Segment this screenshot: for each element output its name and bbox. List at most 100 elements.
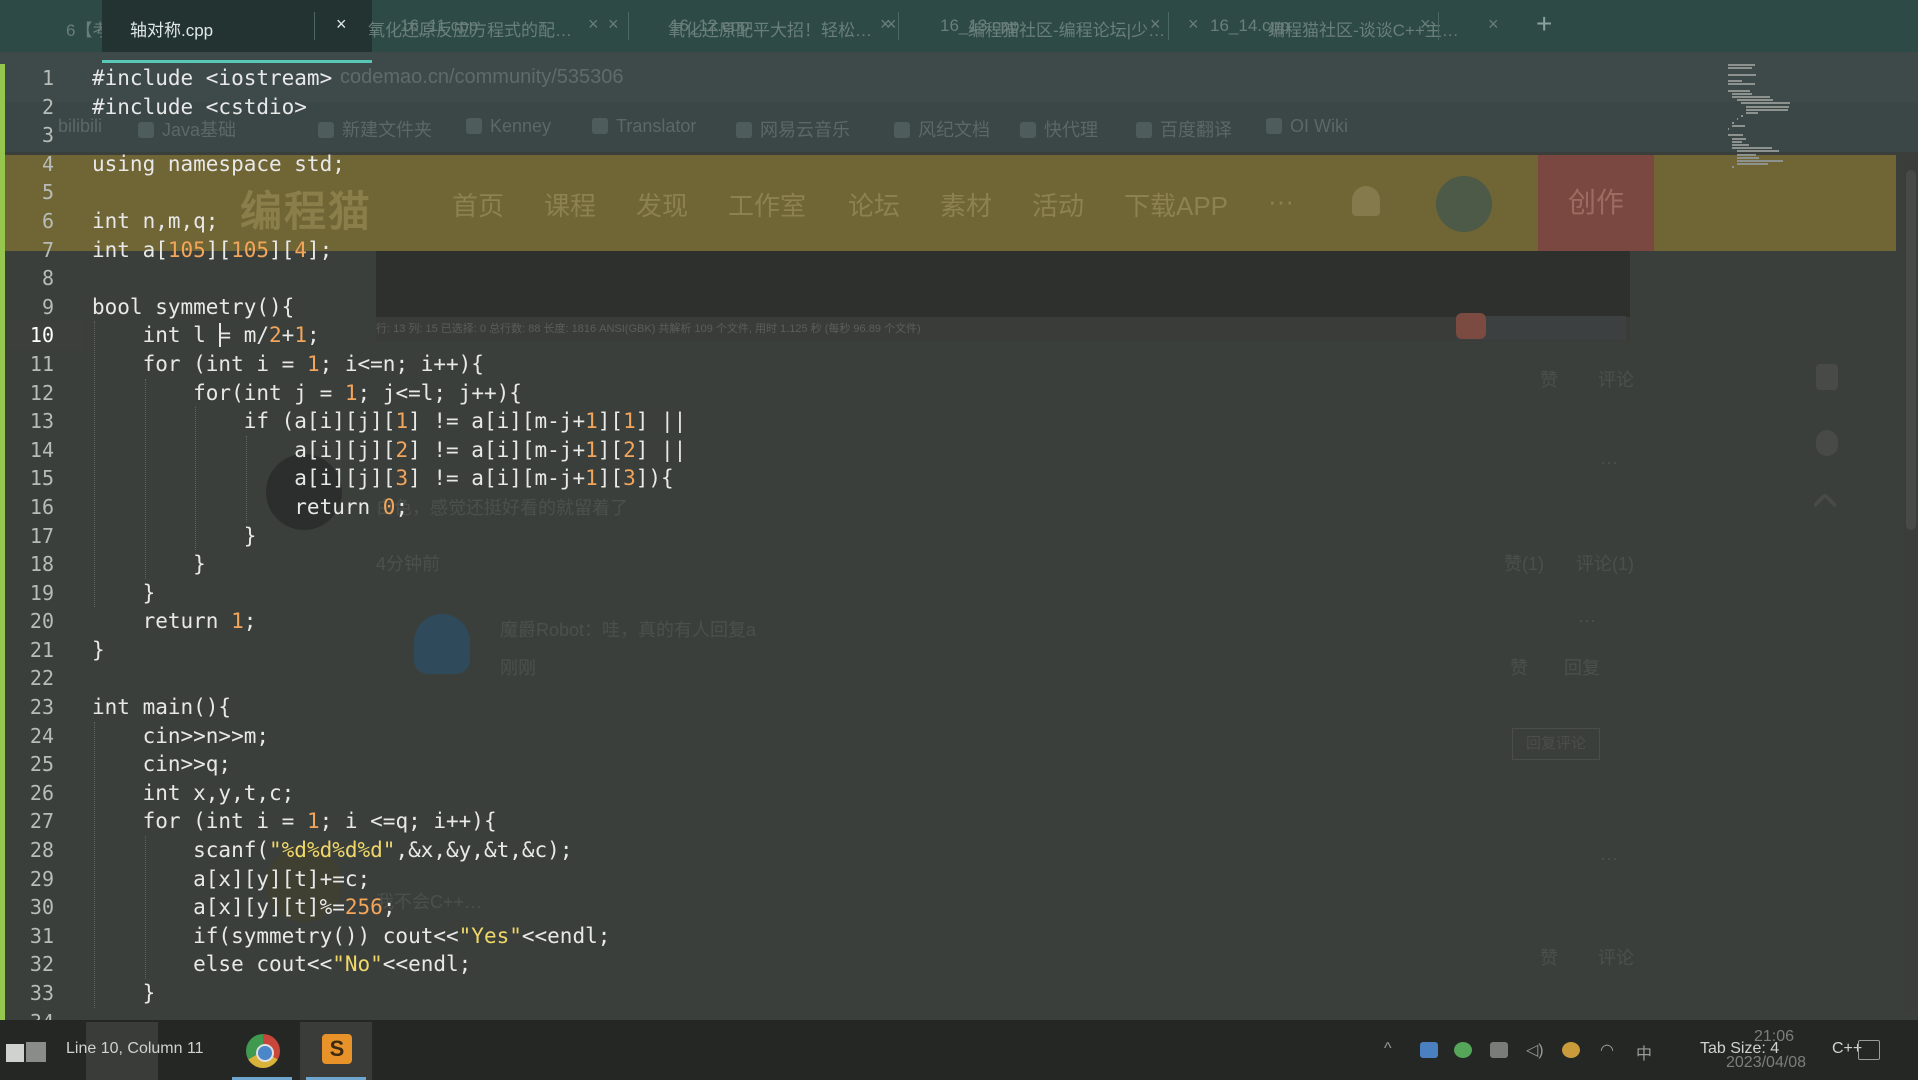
code-text[interactable]: a[i][j][3] != a[i][m-j+1][3]){ <box>92 464 673 493</box>
new-tab-icon[interactable]: + <box>1536 8 1552 40</box>
comment-text[interactable]: ··· <box>1600 848 1618 869</box>
battery-icon[interactable] <box>1490 1042 1508 1058</box>
minimap-line <box>1732 96 1771 98</box>
bell-icon[interactable] <box>1352 186 1380 216</box>
site-nav-item[interactable]: 下载APP <box>1124 186 1228 223</box>
code-text[interactable]: int n,m,q; <box>92 207 218 236</box>
site-nav-item[interactable]: 工作室 <box>728 186 806 223</box>
bookmark-item[interactable]: 网易云音乐 <box>736 116 850 142</box>
comment-text[interactable]: ··· <box>1600 452 1618 473</box>
tab-label: 编程猫社区-谈谈C++主… <box>1268 21 1459 40</box>
comment-text: 白色，感觉还挺好看的就留着了 <box>376 498 628 518</box>
bookmark-item[interactable]: 新建文件夹 <box>318 116 432 142</box>
code-text[interactable]: } <box>92 522 257 551</box>
code-text[interactable]: for (int i = 1; i<=n; i++){ <box>92 350 484 379</box>
site-nav-item[interactable]: 发现 <box>636 186 688 223</box>
bookmark-item[interactable]: Kenney <box>466 116 551 137</box>
code-text[interactable]: if (a[i][j][1] != a[i][m-j+1][1] || <box>92 407 687 436</box>
site-nav-item[interactable]: 课程 <box>544 186 596 223</box>
code-text[interactable]: a[i][j][2] != a[i][m-j+1][2] || <box>92 436 686 465</box>
address-text[interactable]: codemao.cn/community/535306 <box>340 66 624 89</box>
tab-label: 氧化还原反应方程式的配… <box>368 21 572 40</box>
code-text[interactable]: cin>>q; <box>92 750 232 779</box>
code-text[interactable]: a[x][y][t]+=c; <box>92 865 370 894</box>
minimap-line <box>1732 121 1734 124</box>
code-text[interactable]: #include <cstdio> <box>92 93 307 122</box>
code-text[interactable]: else cout<<"No"<<endl; <box>92 950 471 979</box>
code-text[interactable]: bool symmetry(){ <box>92 293 294 322</box>
code-text[interactable]: int a[105][105][4]; <box>92 236 332 265</box>
tray-app-icon[interactable] <box>1420 1042 1438 1058</box>
minimap[interactable] <box>1728 64 1798 174</box>
code-text[interactable]: } <box>92 550 206 579</box>
minimap-line <box>1741 102 1791 105</box>
bookmark-item[interactable]: 快代理 <box>1020 116 1098 142</box>
minimap-line <box>1728 89 1751 92</box>
wifi-icon[interactable]: ◠ <box>1600 1040 1614 1060</box>
code-text[interactable]: return 1; <box>92 607 257 636</box>
code-text[interactable]: cin>>n>>m; <box>92 722 269 751</box>
minimap-line <box>1728 67 1752 70</box>
comment-text[interactable]: 回复 <box>1564 654 1600 680</box>
code-text[interactable]: return 0; <box>92 493 408 522</box>
bookmark-icon <box>138 122 154 138</box>
comment-text[interactable]: 评论 <box>1598 366 1634 392</box>
code-text[interactable]: } <box>92 636 105 665</box>
code-text[interactable]: using namespace std; <box>92 150 345 179</box>
tab-label: 轴对称.cpp <box>130 21 214 40</box>
comment-text[interactable]: 评论 <box>1598 944 1634 970</box>
site-nav-item[interactable]: 活动 <box>1032 186 1084 223</box>
notification-icon[interactable] <box>1858 1040 1880 1060</box>
line-number: 10 <box>29 323 54 348</box>
volume-icon[interactable]: ◁) <box>1526 1040 1544 1060</box>
code-text[interactable]: int l = m/2+1; <box>92 321 320 350</box>
code-text[interactable]: int main(){ <box>92 693 231 722</box>
side-toolbar-icon[interactable] <box>1816 364 1838 390</box>
code-text[interactable]: int x,y,t,c; <box>92 779 295 808</box>
site-nav-item[interactable]: 论坛 <box>848 186 900 223</box>
bookmark-label: 新建文件夹 <box>342 120 432 140</box>
bookmark-label: OI Wiki <box>1290 116 1348 136</box>
code-text[interactable]: scanf("%d%d%d%d",&x,&y,&t,&c); <box>92 836 572 865</box>
wechat-icon[interactable] <box>1454 1042 1472 1058</box>
line-number: 33 <box>29 981 54 1005</box>
page-scrollbar-thumb[interactable] <box>1906 170 1916 530</box>
bookmark-item[interactable]: OI Wiki <box>1266 116 1348 137</box>
site-nav-item[interactable]: ··· <box>1268 186 1294 217</box>
windows-start-icon[interactable] <box>6 1040 48 1064</box>
code-text[interactable]: } <box>92 979 156 1008</box>
avatar[interactable] <box>1436 176 1492 232</box>
bookmark-item[interactable]: 风纪文档 <box>894 116 990 142</box>
comment-text: 魔爵Robot：哇，真的有人回复a <box>500 620 757 640</box>
comment-text[interactable]: 评论(1) <box>1576 550 1634 576</box>
code-text[interactable]: for(int j = 1; j<=l; j++){ <box>92 379 522 408</box>
tab-separator <box>628 12 629 40</box>
comment-text[interactable]: ··· <box>1578 610 1596 631</box>
reply-comment-button[interactable]: 回复评论 <box>1512 728 1600 760</box>
bookmark-item[interactable]: Translator <box>592 116 696 137</box>
code-text[interactable]: for (int i = 1; i <=q; i++){ <box>92 807 497 836</box>
code-text[interactable]: if(symmetry()) cout<<"Yes"<<endl; <box>92 922 610 951</box>
ime-indicator[interactable]: 中 <box>1636 1040 1652 1064</box>
minimap-line <box>1728 128 1730 130</box>
site-nav-item[interactable]: 首页 <box>452 186 504 223</box>
create-button[interactable]: 创作 <box>1538 155 1654 251</box>
comment-text: 4分钟前 <box>376 554 441 574</box>
bookmark-item[interactable]: 百度翻译 <box>1136 116 1232 142</box>
comment-text[interactable]: 赞 <box>1540 366 1558 392</box>
sublime-text-icon[interactable]: S <box>322 1034 352 1064</box>
site-logo[interactable]: 编程猫 <box>240 178 372 239</box>
comment-text[interactable]: 赞(1) <box>1504 550 1544 576</box>
tray-app-icon[interactable] <box>1562 1042 1580 1058</box>
code-text[interactable]: } <box>92 579 156 608</box>
site-nav-item[interactable]: 素材 <box>940 186 992 223</box>
comment-text[interactable]: 赞 <box>1510 654 1528 680</box>
tray-chevron-up-icon[interactable]: ^ <box>1384 1040 1392 1058</box>
side-toolbar-icon[interactable] <box>1816 430 1838 456</box>
code-text[interactable]: a[x][y][t]%=256; <box>92 893 395 922</box>
code-text[interactable]: #include <iostream> <box>92 64 332 93</box>
comment-text[interactable]: 赞 <box>1540 944 1558 970</box>
clock-date[interactable]: 2023/04/08 <box>1726 1054 1806 1072</box>
tab-separator <box>1168 12 1169 40</box>
clock-time[interactable]: 21:06 <box>1754 1028 1794 1046</box>
